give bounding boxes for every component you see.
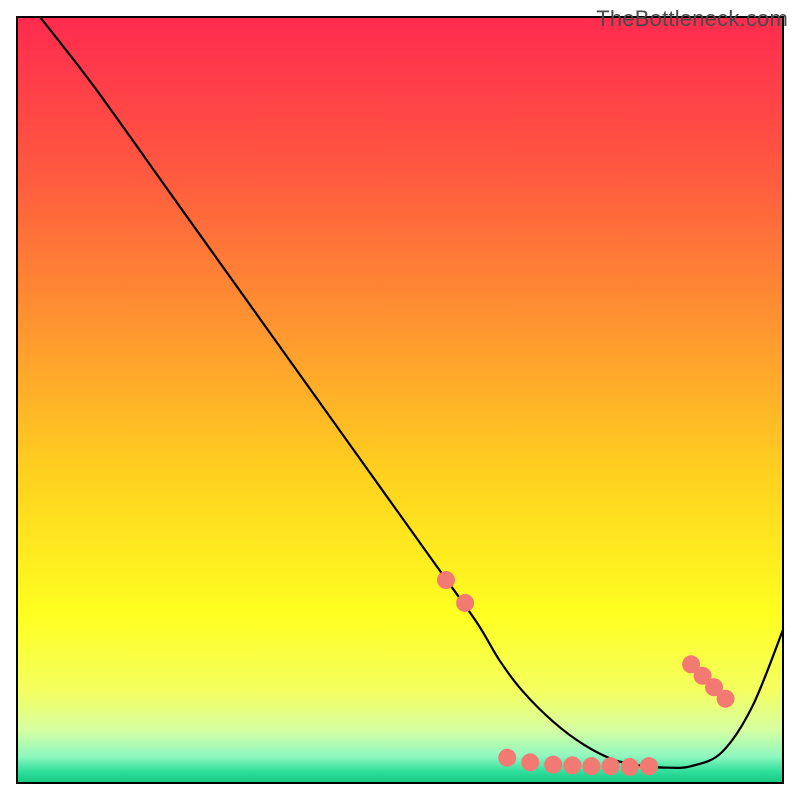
marker-dot [563, 756, 581, 774]
marker-dot [640, 757, 658, 775]
marker-dot [498, 749, 516, 767]
plot-background [17, 17, 783, 783]
marker-dot [602, 757, 620, 775]
marker-dot [456, 594, 474, 612]
marker-dot [521, 753, 539, 771]
marker-dot [583, 757, 601, 775]
bottleneck-chart [0, 0, 800, 800]
marker-dot [544, 756, 562, 774]
marker-dot [717, 690, 735, 708]
marker-dot [621, 758, 639, 776]
marker-dot [437, 571, 455, 589]
chart-container: TheBottleneck.com [0, 0, 800, 800]
watermark-text: TheBottleneck.com [596, 6, 788, 32]
